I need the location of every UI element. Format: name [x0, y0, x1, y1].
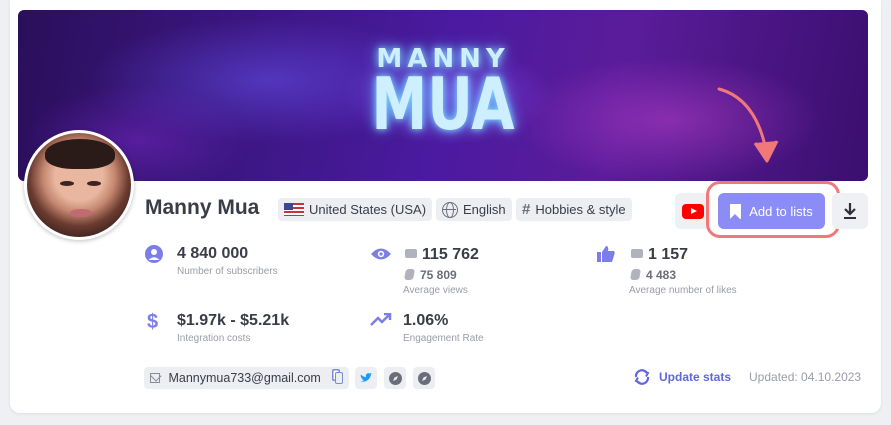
category-tag: # Hobbies & style [516, 198, 632, 221]
website-link-2[interactable] [413, 367, 435, 389]
hashtag-icon: # [522, 201, 531, 218]
copy-icon[interactable] [334, 372, 343, 384]
mail-icon [150, 373, 161, 383]
pointer-arrow-annotation [717, 87, 779, 163]
category-label: Hobbies & style [535, 202, 626, 217]
engagement-value: 1.06% [403, 312, 449, 329]
thumbs-up-icon [597, 246, 615, 262]
twitter-icon [360, 373, 372, 382]
integration-value: $1.97k - $5.21k [177, 312, 290, 329]
views-shorts-value: 75 809 [404, 268, 457, 282]
likes-caption: Average number of likes [629, 285, 737, 296]
integration-caption: Integration costs [177, 333, 251, 344]
country-tag: United States (USA) [278, 198, 433, 221]
compass-icon [417, 371, 431, 385]
dollar-icon: $ [147, 311, 159, 333]
avatar[interactable] [24, 130, 134, 240]
compass-icon [388, 371, 402, 385]
language-label: English [463, 202, 506, 217]
shorts-icon [630, 269, 641, 280]
update-stats-label: Update stats [659, 370, 732, 384]
update-stats-button[interactable]: Update stats [633, 369, 731, 385]
youtube-icon [682, 203, 704, 219]
download-icon [844, 203, 856, 219]
eye-icon [370, 247, 392, 261]
views-caption: Average views [403, 285, 468, 296]
globe-icon [442, 201, 458, 218]
bookmark-icon [730, 203, 742, 219]
updated-date: Updated: 04.10.2023 [749, 370, 862, 384]
refresh-icon [634, 369, 650, 385]
add-to-lists-label: Add to lists [749, 203, 813, 219]
website-link-1[interactable] [384, 367, 406, 389]
user-icon [145, 245, 163, 263]
likes-value: 1 157 [631, 246, 688, 264]
email-address: Mannymua733@gmail.com [168, 371, 321, 385]
views-value: 115 762 [405, 246, 479, 264]
youtube-mini-icon [405, 249, 417, 258]
banner-brand-main: MUA [371, 62, 515, 146]
likes-shorts-value: 4 483 [630, 268, 676, 282]
subscribers-value: 4 840 000 [177, 245, 249, 262]
youtube-mini-icon [631, 249, 643, 258]
engagement-caption: Engagement Rate [403, 333, 484, 344]
add-to-lists-button[interactable]: Add to lists [718, 193, 825, 229]
download-button[interactable] [832, 193, 868, 229]
country-label: United States (USA) [309, 202, 427, 217]
twitter-link[interactable] [355, 367, 377, 389]
subscribers-caption: Number of subscribers [177, 266, 278, 277]
shorts-icon [404, 269, 415, 280]
us-flag-icon [284, 203, 304, 216]
email-chip[interactable]: Mannymua733@gmail.com [144, 367, 349, 389]
trending-up-icon [370, 313, 392, 327]
language-tag: English [436, 198, 512, 221]
channel-name: Manny Mua [145, 196, 260, 219]
